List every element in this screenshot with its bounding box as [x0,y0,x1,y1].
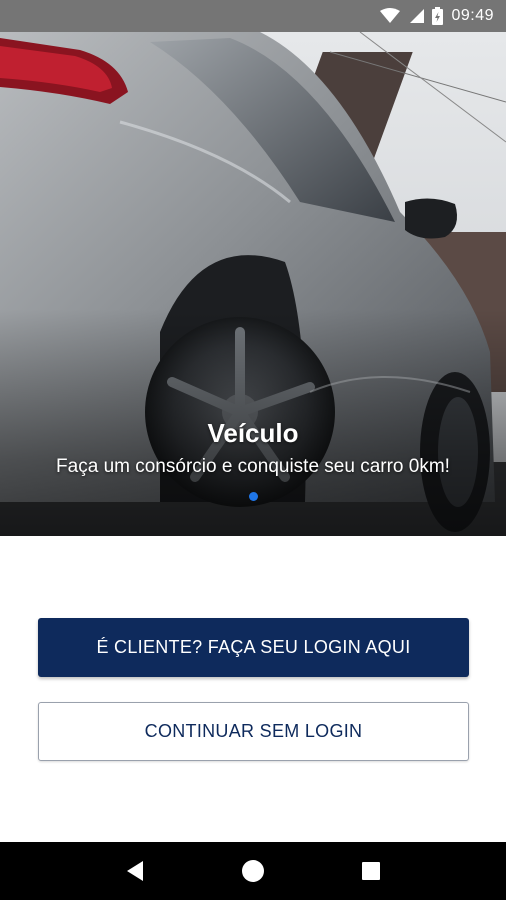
wifi-icon [380,8,401,24]
slide-subtitle: Faça um consórcio e conquiste seu carro … [56,456,450,477]
signal-icon [408,8,425,24]
status-bar: 09:49 [0,0,506,32]
battery-icon [432,7,444,25]
hero-carousel[interactable]: Veículo Faça um consórcio e conquiste se… [0,32,506,536]
back-icon[interactable] [115,851,155,891]
slide-title: Veículo [207,418,299,448]
pager-dots[interactable] [0,492,506,501]
pager-dot-active[interactable] [248,492,258,501]
system-nav-bar [0,842,506,900]
continue-without-login-button[interactable]: CONTINUAR SEM LOGIN [38,702,469,761]
login-button[interactable]: É CLIENTE? FAÇA SEU LOGIN AQUI [38,618,469,677]
status-time: 09:49 [451,7,494,24]
recents-icon[interactable] [351,851,391,891]
home-icon[interactable] [233,851,273,891]
